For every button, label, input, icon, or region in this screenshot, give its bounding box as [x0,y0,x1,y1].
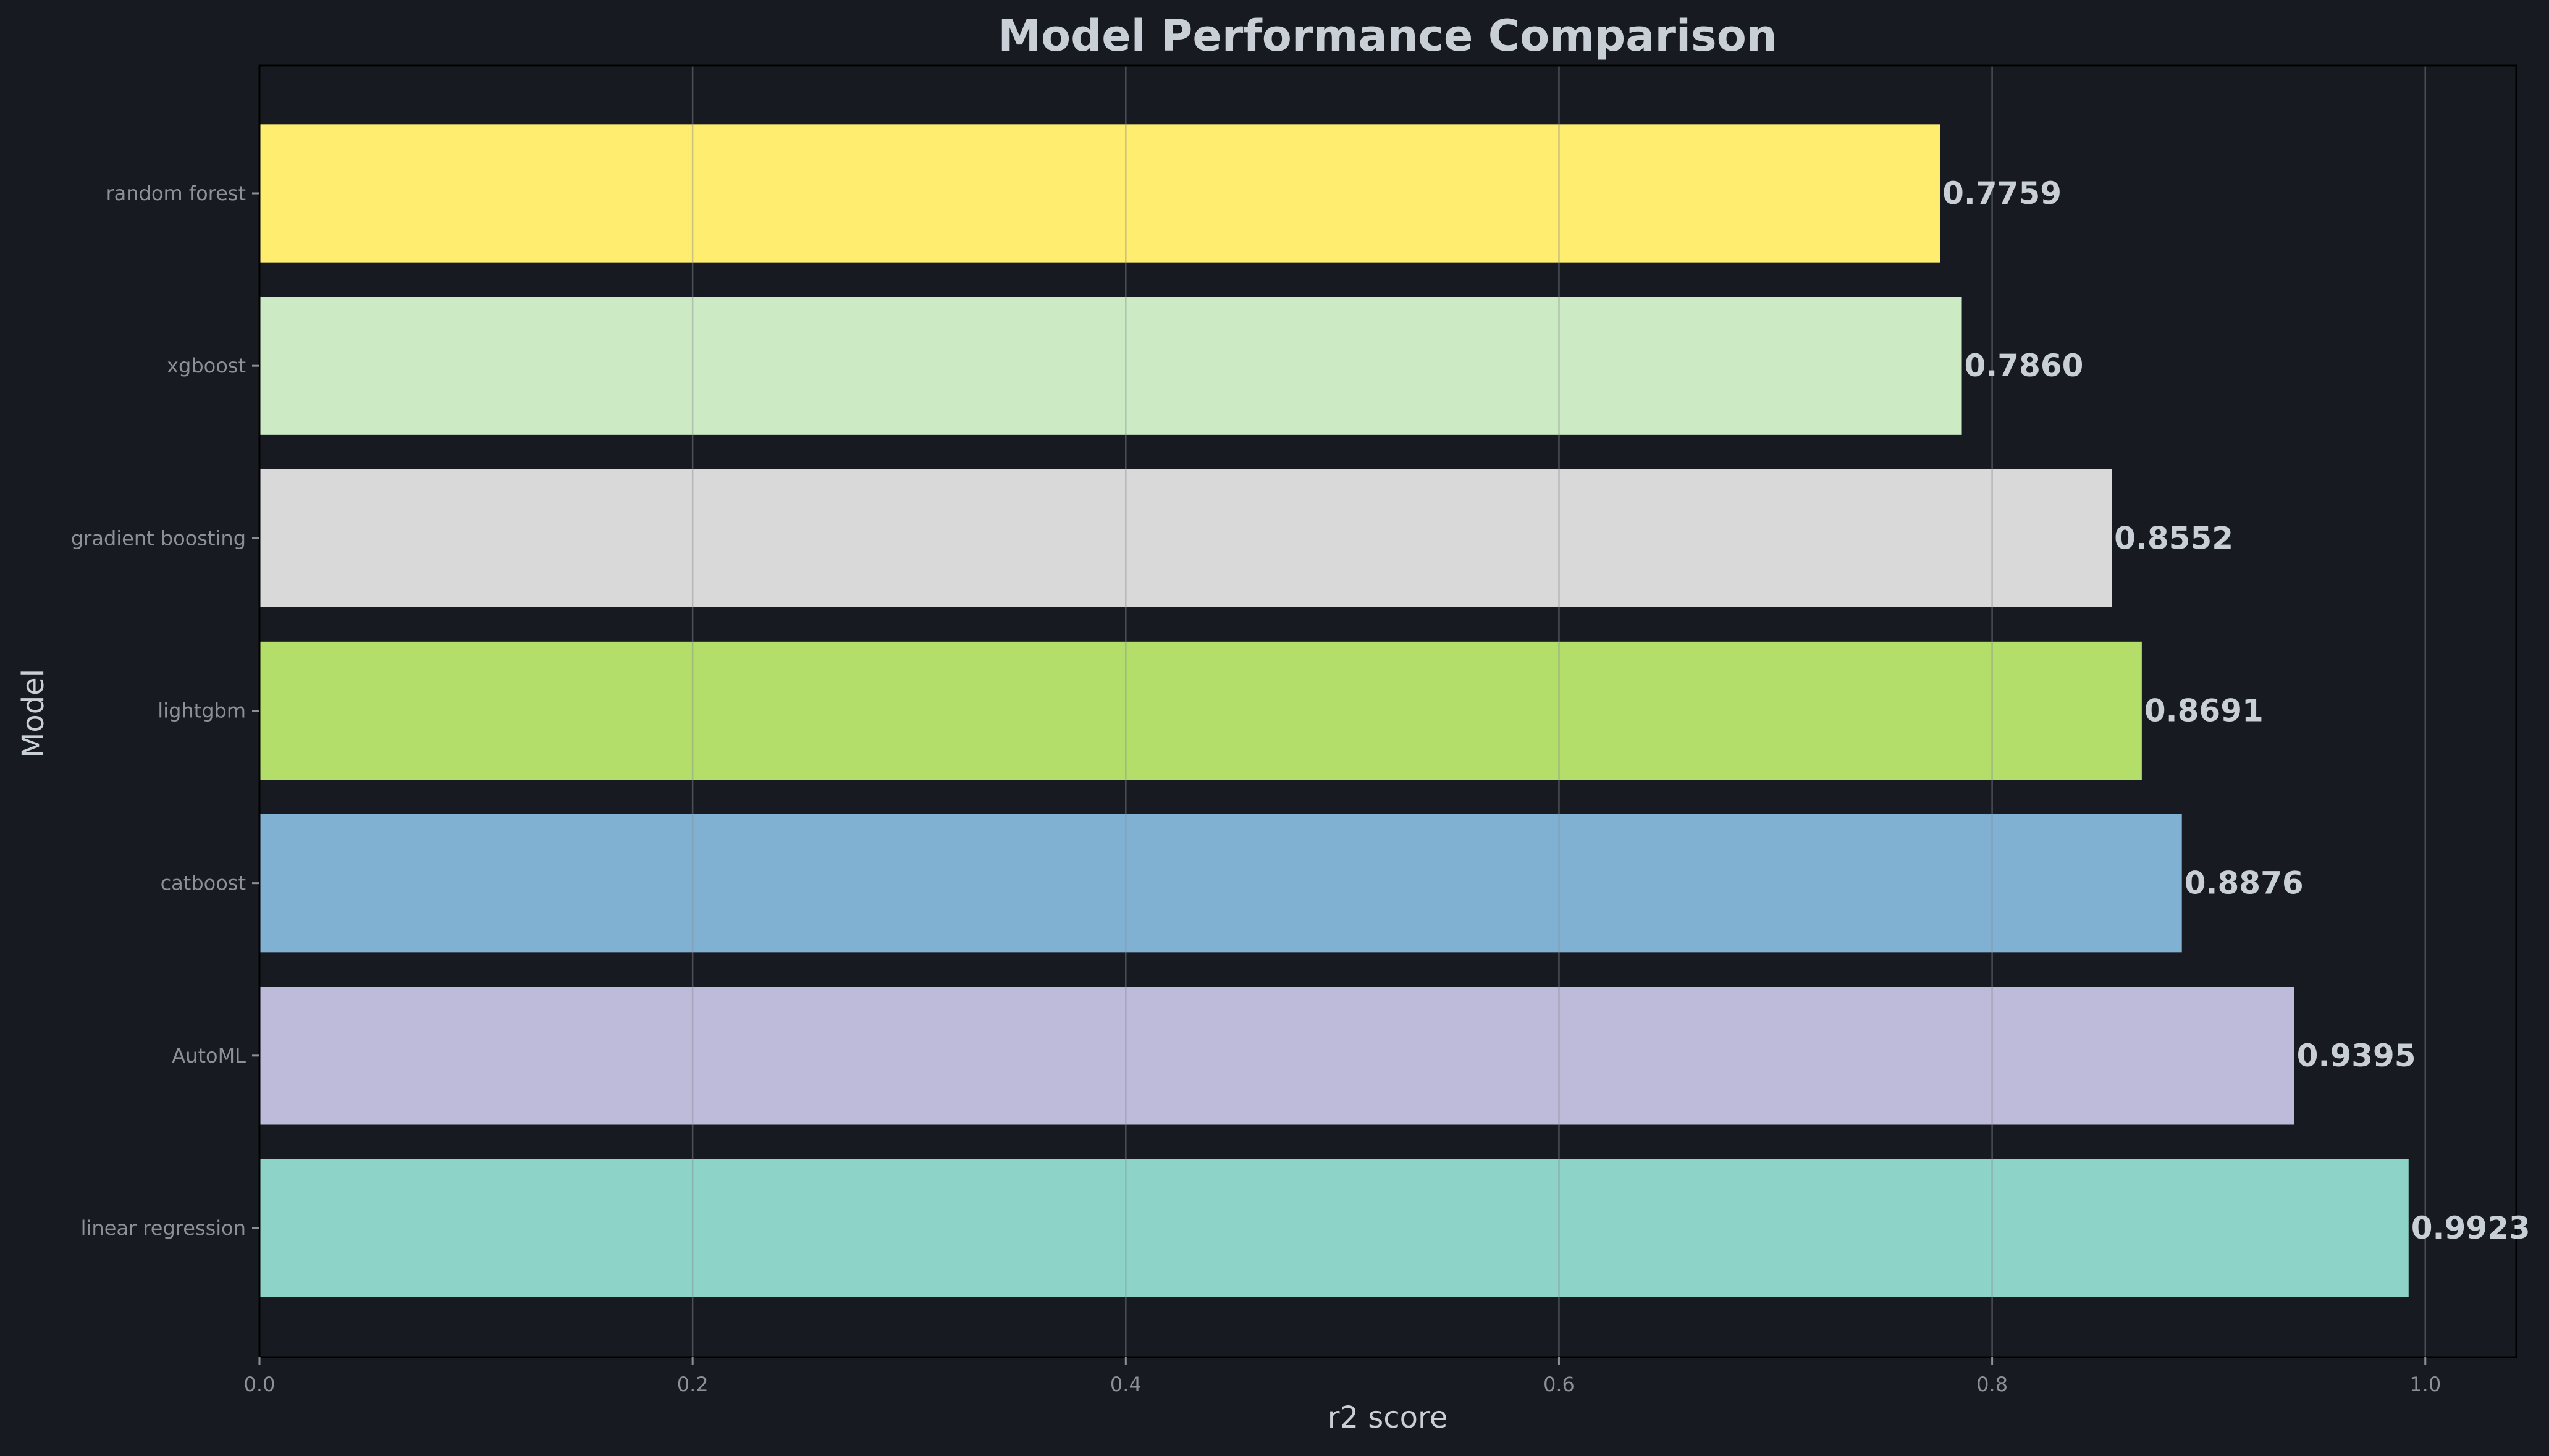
value-label: 0.8876 [2185,865,2304,901]
value-label: 0.8552 [2114,520,2233,556]
chart-root: random forest xgboost gradient boosting lig… [0,0,2549,1454]
x-tick-label: 0.6 [1543,1373,1575,1396]
bar-random-forest [259,124,1940,263]
bar-lightgbm [259,641,2142,780]
y-axis-label: Model [16,669,51,758]
y-tick-label: AutoML [172,1044,246,1067]
value-label: 0.7860 [1965,348,2084,384]
x-tick-label: 0.0 [244,1373,276,1396]
bar-automl [259,987,2294,1125]
value-label: 0.9395 [2297,1038,2416,1074]
value-label: 0.9923 [2411,1210,2530,1246]
x-tick-label: 0.8 [1976,1373,2008,1396]
x-tick-label: 0.2 [677,1373,709,1396]
y-tick-label: xgboost [167,354,246,377]
y-tick-label: linear regression [81,1216,246,1240]
bar-catboost [259,814,2182,953]
y-tick-label: gradient boosting [71,526,246,550]
y-tick-label: random forest [106,182,246,205]
bar-xgboost [259,297,1962,435]
bar-chart: random forest xgboost gradient boosting lig… [0,0,2549,1454]
value-label: 0.7759 [1942,175,2062,211]
value-label: 0.8691 [2144,693,2264,729]
bar-gradient-boosting [259,469,2112,607]
bar-linear-regression [259,1159,2409,1297]
x-tick-label: 0.4 [1110,1373,1142,1396]
x-tick-label: 1.0 [2409,1373,2441,1396]
x-axis-label: r2 score [1328,1400,1448,1435]
chart-title: Model Performance Comparison [998,11,1777,61]
y-tick-label: catboost [161,872,246,895]
y-tick-label: lightgbm [158,699,246,723]
